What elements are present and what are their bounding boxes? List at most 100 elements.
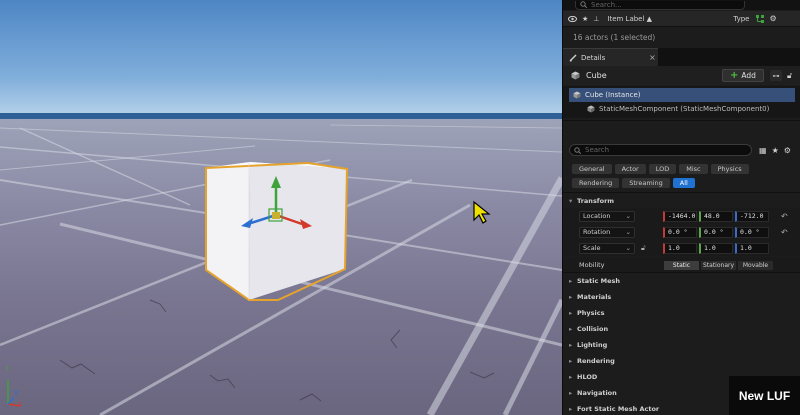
tab-details[interactable]: Details × [563, 48, 658, 66]
section-label: Rendering [577, 357, 615, 365]
component-hierarchy: Cube (Instance) StaticMeshComponent (Sta… [563, 86, 800, 118]
add-component-label: Add [741, 71, 756, 80]
details-pencil-icon [569, 54, 577, 62]
component-child-item[interactable]: StaticMeshComponent (StaticMeshComponent… [563, 102, 800, 116]
scale-y-field[interactable]: 1.0 [699, 242, 733, 254]
filter-misc[interactable]: Misc [679, 164, 708, 174]
outliner-column-header: ★ ⊥ Item Label ▲ Type ⚙ [563, 11, 800, 27]
section-label: Static Mesh [577, 277, 620, 285]
section-label: Lighting [577, 341, 608, 349]
actor-name[interactable]: Cube [586, 71, 722, 80]
plus-icon: + [730, 70, 739, 81]
hierarchy-divider [563, 120, 800, 121]
filter-chips-row-2: Rendering Streaming All [563, 177, 800, 189]
filter-rendering[interactable]: Rendering [572, 178, 620, 188]
reset-location-icon[interactable]: ↶ [781, 212, 788, 221]
visibility-eye-icon[interactable] [568, 15, 577, 22]
rotation-y-field[interactable]: 0.0 ° [699, 226, 733, 238]
collapsed-arrow-icon: ▸ [569, 357, 573, 365]
location-values: -1464.0 48.0 -712.0 [663, 210, 769, 222]
hierarchy-icon[interactable] [755, 14, 765, 24]
section-label: HLOD [577, 373, 598, 381]
rotation-dropdown[interactable]: Rotation ⌄ [579, 226, 635, 238]
section-collision[interactable]: ▸ Collision [563, 322, 800, 336]
mobility-static[interactable]: Static [663, 259, 700, 271]
filter-general[interactable]: General [572, 164, 612, 174]
static-mesh-component-icon [587, 105, 595, 113]
section-label: Collision [577, 325, 609, 333]
filter-all[interactable]: All [672, 178, 695, 188]
details-search-bar: Search ▦ ★ ⚙ [563, 143, 800, 157]
axis-label-z: z [5, 364, 10, 372]
mobility-toggle: Static Stationary Movable [663, 259, 774, 271]
rotation-x-field[interactable]: 0.0 ° [663, 226, 697, 238]
property-matrix-icon[interactable]: ▦ [759, 146, 767, 155]
details-search-input[interactable]: Search [569, 144, 752, 156]
outliner-actor-count: 16 actors (1 selected) [563, 28, 800, 46]
scale-dropdown[interactable]: Scale ⌄ [579, 242, 635, 254]
axis-label-x: x [18, 400, 23, 408]
search-icon [580, 1, 587, 8]
collapsed-arrow-icon: ▸ [569, 405, 573, 413]
collapsed-arrow-icon: ▸ [569, 341, 573, 349]
favorites-star-icon[interactable]: ★ [772, 146, 779, 155]
details-settings-gear-icon[interactable]: ⚙ [784, 146, 791, 155]
component-root-item[interactable]: Cube (Instance) [569, 88, 795, 102]
section-materials[interactable]: ▸ Materials [563, 290, 800, 304]
filter-actor[interactable]: Actor [614, 164, 646, 174]
section-transform[interactable]: ▾ Transform [563, 194, 800, 208]
filter-physics[interactable]: Physics [710, 164, 749, 174]
collapsed-arrow-icon: ▸ [569, 373, 573, 381]
tab-close-icon[interactable]: × [649, 53, 656, 62]
location-x-field[interactable]: -1464.0 [663, 210, 697, 222]
watermark-badge: New LUF [729, 376, 800, 415]
section-label: Materials [577, 293, 612, 301]
editor-side-panel: Search... ★ ⊥ Item Label ▲ Type ⚙ 16 act… [562, 0, 800, 415]
reset-rotation-icon[interactable]: ↶ [781, 228, 788, 237]
component-root-label: Cube (Instance) [585, 91, 641, 99]
scale-lock-icon[interactable]: 🔓︎ [641, 244, 646, 253]
collapsed-arrow-icon: ▸ [569, 293, 573, 301]
location-dropdown[interactable]: Location ⌄ [579, 210, 635, 222]
section-rendering[interactable]: ▸ Rendering [563, 354, 800, 368]
section-lighting[interactable]: ▸ Lighting [563, 338, 800, 352]
property-rotation: Rotation ⌄ 0.0 ° 0.0 ° 0.0 ° ↶ [563, 224, 800, 240]
location-y-field[interactable]: 48.0 [699, 210, 733, 222]
settings-gear-icon[interactable]: ⚙ [769, 14, 776, 23]
section-static-mesh[interactable]: ▸ Static Mesh [563, 274, 800, 288]
scale-values: 1.0 1.0 1.0 [663, 242, 769, 254]
add-component-button[interactable]: + Add [722, 69, 764, 82]
property-mobility: Mobility Static Stationary Movable [563, 257, 800, 273]
details-search-icon [574, 146, 581, 154]
scale-z-field[interactable]: 1.0 [735, 242, 769, 254]
column-type[interactable]: Type [733, 15, 749, 23]
blueprint-icon[interactable]: ⊶ [770, 70, 782, 81]
filter-lod[interactable]: LOD [648, 164, 677, 174]
pin-icon[interactable]: ⊥ [593, 15, 599, 23]
chevron-down-icon: ⌄ [625, 244, 631, 252]
scale-x-field[interactable]: 1.0 [663, 242, 697, 254]
section-label: Navigation [577, 389, 617, 397]
rotation-z-field[interactable]: 0.0 ° [735, 226, 769, 238]
lock-icon[interactable]: 🔓︎ [787, 71, 792, 81]
chevron-down-icon: ⌄ [625, 212, 631, 220]
scale-label: Scale [583, 244, 601, 252]
details-tab-bar: Details × [563, 48, 800, 66]
filter-streaming[interactable]: Streaming [622, 178, 670, 188]
outliner-search-input[interactable]: Search... [575, 0, 745, 10]
mobility-movable[interactable]: Movable [737, 259, 774, 271]
collapsed-arrow-icon: ▸ [569, 389, 573, 397]
column-item-label[interactable]: Item Label ▲ [607, 15, 727, 23]
cube-instance-icon [573, 91, 581, 99]
star-icon[interactable]: ★ [582, 15, 588, 23]
level-viewport[interactable]: z x y [0, 0, 562, 415]
location-label: Location [583, 212, 611, 220]
mobility-stationary[interactable]: Stationary [700, 259, 737, 271]
cube-actor-icon [571, 71, 580, 80]
section-physics[interactable]: ▸ Physics [563, 306, 800, 320]
section-label: Physics [577, 309, 605, 317]
collapsed-arrow-icon: ▸ [569, 325, 573, 333]
transform-divider [563, 272, 800, 273]
outliner-search-placeholder: Search... [591, 0, 622, 9]
location-z-field[interactable]: -712.0 [735, 210, 769, 222]
